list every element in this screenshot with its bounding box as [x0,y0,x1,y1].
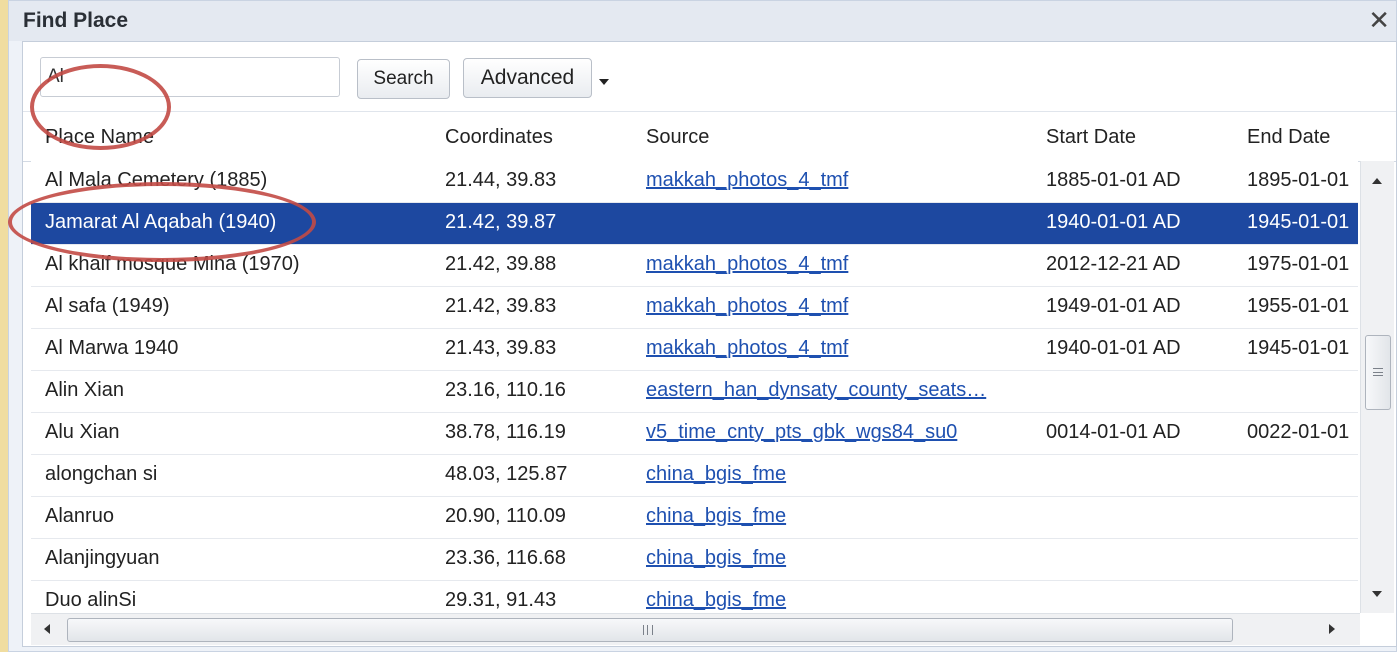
dialog-title: Find Place [23,9,129,32]
end-date-cell: 1895-01-01 [1247,169,1350,191]
place-name-cell: Duo alinSi [45,589,137,611]
search-toolbar: Search Advanced [23,42,1396,112]
table-row[interactable]: Duo alinSi 29.31, 91.43 china_bgis_fme [31,581,1358,613]
close-icon[interactable]: ✕ [1368,7,1390,33]
place-name-cell: Al Mala Cemetery (1885) [45,169,268,191]
source-cell: makkah_photos_4_tmf [646,169,1026,192]
source-link[interactable]: makkah_photos_4_tmf [646,169,848,191]
source-cell: china_bgis_fme [646,463,1026,486]
source-link[interactable]: makkah_photos_4_tmf [646,337,848,359]
end-date-cell: 1945-01-01 [1247,337,1350,359]
coordinates-cell: 29.31, 91.43 [445,589,557,611]
table-row[interactable]: Alin Xian 23.16, 110.16 eastern_han_dynsat… [31,371,1358,413]
vertical-scrollbar[interactable] [1360,161,1394,613]
arrow-down-icon[interactable] [1372,591,1382,597]
place-name-cell: Alin Xian [45,379,124,401]
coordinates-cell: 21.42, 39.87 [445,211,557,233]
source-cell: makkah_photos_4_tmf [646,295,1026,318]
place-name-cell: Alanruo [45,505,114,527]
column-header-end-date[interactable]: End Date [1247,126,1330,149]
end-date-cell: 0022-01-01 [1247,421,1350,443]
source-cell: makkah_photos_4_tmf [646,337,1026,360]
coordinates-cell: 23.36, 116.68 [445,547,566,569]
source-cell: china_bgis_fme [646,589,1026,612]
vertical-scroll-thumb[interactable] [1365,335,1391,410]
coordinates-cell: 21.43, 39.83 [445,337,557,359]
coordinates-cell: 48.03, 125.87 [445,463,568,485]
table-row[interactable]: alongchan si 48.03, 125.87 china_bgis_fme [31,455,1358,497]
advanced-button[interactable]: Advanced [463,58,592,98]
source-cell: makkah_photos_4_tmf [646,253,1026,276]
place-name-cell: Alanjingyuan [45,547,160,569]
source-cell: v5_time_cnty_pts_gbk_wgs84_su0 [646,421,1026,444]
coordinates-cell: 20.90, 110.09 [445,505,566,527]
start-date-cell: 1949-01-01 AD [1046,295,1181,317]
end-date-cell: 1945-01-01 [1247,211,1350,233]
table-row[interactable]: Alanjingyuan 23.36, 116.68 china_bgis_fme [31,539,1358,581]
search-input[interactable] [40,57,340,97]
coordinates-cell: 21.42, 39.88 [445,253,557,275]
find-place-dialog: Find Place ✕ Search Advanced Place Name … [8,0,1397,652]
horizontal-scroll-thumb[interactable] [67,618,1233,642]
source-link[interactable]: china_bgis_fme [646,547,786,569]
coordinates-cell: 21.44, 39.83 [445,169,557,191]
column-header-start-date[interactable]: Start Date [1046,126,1136,149]
place-name-cell: Al Marwa 1940 [45,337,179,359]
source-link[interactable]: eastern_han_dynsaty_county_seats… [646,379,986,401]
table-row[interactable]: Al Mala Cemetery (1885) 21.44, 39.83 makka… [31,161,1358,203]
place-name-cell: Jamarat Al Aqabah (1940) [45,211,277,233]
end-date-cell: 1975-01-01 [1247,253,1350,275]
table-row[interactable]: Al safa (1949) 21.42, 39.83 makkah_photos_… [31,287,1358,329]
source-link[interactable]: makkah_photos_4_tmf [646,253,848,275]
column-header-coordinates[interactable]: Coordinates [445,126,553,149]
end-date-cell: 1955-01-01 [1247,295,1350,317]
column-header-source[interactable]: Source [646,126,709,149]
table-row[interactable]: Jamarat Al Aqabah (1940) 21.42, 39.87 1940… [31,203,1358,245]
place-name-cell: alongchan si [45,463,158,485]
table-row[interactable]: Al Marwa 1940 21.43, 39.83 makkah_photos_4… [31,329,1358,371]
grip-icon [1373,368,1383,376]
start-date-cell: 1885-01-01 AD [1046,169,1181,191]
dialog-titlebar: Find Place ✕ [9,1,1396,41]
start-date-cell: 1940-01-01 AD [1046,211,1181,233]
coordinates-cell: 38.78, 116.19 [445,421,566,443]
source-link[interactable]: china_bgis_fme [646,463,786,485]
table-header: Place Name Coordinates Source Start Date… [23,112,1396,162]
start-date-cell: 0014-01-01 AD [1046,421,1181,443]
dialog-panel: Search Advanced Place Name Coordinates S… [22,41,1397,647]
place-name-cell: Al safa (1949) [45,295,170,317]
arrow-up-icon[interactable] [1372,178,1382,184]
source-link[interactable]: makkah_photos_4_tmf [646,295,848,317]
grip-icon [643,625,653,635]
place-name-cell: Al khaif mosque Mina (1970) [45,253,300,275]
table-row[interactable]: Alu Xian 38.78, 116.19 v5_time_cnty_pts_gb… [31,413,1358,455]
caret-down-icon[interactable] [599,79,609,85]
coordinates-cell: 23.16, 110.16 [445,379,566,401]
arrow-right-icon[interactable] [1329,624,1335,634]
table-row[interactable]: Alanruo 20.90, 110.09 china_bgis_fme [31,497,1358,539]
arrow-left-icon[interactable] [44,624,50,634]
source-cell: china_bgis_fme [646,505,1026,528]
place-name-cell: Alu Xian [45,421,120,443]
start-date-cell: 1940-01-01 AD [1046,337,1181,359]
results-table: Al Mala Cemetery (1885) 21.44, 39.83 makka… [31,161,1358,613]
source-cell: eastern_han_dynsaty_county_seats… [646,379,1026,402]
horizontal-scrollbar[interactable] [31,613,1360,645]
source-link[interactable]: china_bgis_fme [646,589,786,611]
source-link[interactable]: v5_time_cnty_pts_gbk_wgs84_su0 [646,421,957,443]
coordinates-cell: 21.42, 39.83 [445,295,557,317]
source-cell: china_bgis_fme [646,547,1026,570]
table-row[interactable]: Al khaif mosque Mina (1970) 21.42, 39.88 m… [31,245,1358,287]
start-date-cell: 2012-12-21 AD [1046,253,1181,275]
column-header-place-name[interactable]: Place Name [45,126,154,149]
source-link[interactable]: china_bgis_fme [646,505,786,527]
search-button[interactable]: Search [357,59,450,99]
